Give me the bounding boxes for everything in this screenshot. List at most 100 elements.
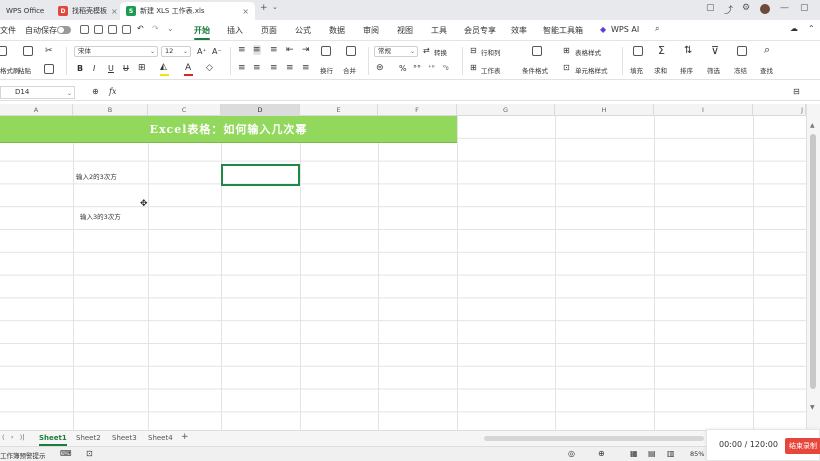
menu-insert[interactable]: 插入 (227, 25, 243, 36)
find-button[interactable]: 查找 (760, 65, 773, 75)
column-header-g[interactable]: G (457, 104, 555, 116)
decrease-decimal-icon[interactable]: ⁰₀ (443, 64, 449, 72)
align-top-icon[interactable]: ≡ (238, 45, 246, 55)
wrap-text-icon[interactable] (321, 46, 331, 56)
scroll-down-icon[interactable]: ▼ (810, 404, 815, 411)
strikethrough-icon[interactable]: U (123, 64, 129, 73)
filter-icon[interactable]: ⊽ (711, 44, 719, 57)
copy-icon[interactable] (44, 64, 54, 74)
menu-efficiency[interactable]: 效率 (511, 25, 527, 36)
search-icon[interactable]: ⌕ (655, 24, 659, 34)
autosave-toggle[interactable] (57, 26, 71, 34)
formula-input[interactable] (128, 88, 788, 98)
settings-icon[interactable]: ⚙ (742, 3, 750, 13)
page-break-icon[interactable]: ▥ (667, 449, 675, 458)
macro-icon[interactable]: ⊡ (86, 449, 93, 458)
normal-view-icon[interactable]: ▦ (630, 449, 638, 458)
column-header-a[interactable]: A (0, 104, 73, 116)
chevron-down-icon[interactable]: ⌄ (272, 3, 278, 11)
format-painter-button[interactable]: 格式刷 (0, 65, 20, 75)
conditional-format-icon[interactable] (532, 46, 542, 56)
menu-view[interactable]: 视图 (397, 25, 413, 36)
table-style-button[interactable]: 表格样式 (575, 47, 601, 57)
sort-button[interactable]: 排序 (680, 65, 693, 75)
print-icon[interactable] (108, 25, 117, 34)
font-name-select[interactable]: 宋体 ⌄ (74, 46, 158, 57)
sheet-tab-4[interactable]: Sheet4 (148, 434, 173, 442)
wrap-text-button[interactable]: 换行 (320, 65, 333, 75)
scrollbar-thumb[interactable] (810, 134, 816, 389)
spreadsheet-grid[interactable]: Excel表格：如何输入几次幂 输入2的3次方 输入3的3次方 ✥ (0, 116, 806, 430)
add-sheet-icon[interactable]: + (181, 432, 189, 442)
sort-icon[interactable]: ⇅ (684, 45, 692, 56)
chevron-up-icon[interactable]: ⌃ (808, 24, 815, 33)
cell-b5[interactable]: 输入3的3次方 (80, 211, 121, 221)
sheet-tab-3[interactable]: Sheet3 (112, 434, 137, 442)
selected-cell-d3[interactable] (221, 164, 300, 186)
menu-review[interactable]: 审阅 (363, 25, 379, 36)
column-header-f[interactable]: F (378, 104, 457, 116)
italic-icon[interactable]: I (93, 64, 95, 73)
menu-wps-ai[interactable]: WPS AI (611, 25, 639, 34)
increase-decimal-icon[interactable]: ⁺⁰ (428, 64, 435, 72)
undo-icon[interactable]: ↶ (137, 24, 144, 33)
menu-tools[interactable]: 工具 (431, 25, 447, 36)
align-left-icon[interactable]: ≡ (238, 63, 246, 73)
freeze-button[interactable]: 冻结 (734, 65, 747, 75)
clear-icon[interactable]: ◇ (206, 63, 213, 73)
indent-decrease-icon[interactable]: ⇤ (286, 45, 294, 55)
sheet-tab-2[interactable]: Sheet2 (76, 434, 101, 442)
filter-button[interactable]: 筛选 (707, 65, 720, 75)
tab-workbook[interactable]: S 新建 XLS 工作表.xls × (120, 2, 255, 20)
cell-style-button[interactable]: 单元格样式 (575, 65, 608, 75)
fill-icon[interactable] (633, 46, 643, 56)
cell-b3[interactable]: 输入2的3次方 (76, 171, 117, 181)
thousands-icon[interactable]: °° (413, 64, 421, 73)
window-icon[interactable]: ▢ (706, 3, 715, 13)
bold-icon[interactable]: B (77, 64, 83, 73)
menu-data[interactable]: 数据 (329, 25, 345, 36)
align-right-icon[interactable]: ≡ (270, 63, 278, 73)
border-icon[interactable]: ⊞ (138, 63, 146, 73)
prev-sheet-icon[interactable]: › (11, 434, 13, 441)
cut-icon[interactable]: ✂ (45, 46, 53, 56)
first-sheet-icon[interactable]: ⟨ (2, 434, 4, 441)
menu-page[interactable]: 页面 (261, 25, 277, 36)
zoom-icon[interactable]: ⊕ (92, 87, 99, 96)
eye-protect-icon[interactable]: ◎ (568, 449, 575, 458)
vertical-scrollbar[interactable]: ▲ ▼ (806, 104, 820, 430)
percent-icon[interactable]: % (399, 64, 407, 73)
fill-button[interactable]: 填充 (630, 65, 643, 75)
font-size-select[interactable]: 12 ⌄ (161, 46, 191, 57)
minimize-icon[interactable]: — (780, 3, 789, 13)
convert-button[interactable]: 转换 (434, 47, 447, 57)
indent-increase-icon[interactable]: ⇥ (302, 45, 310, 55)
scroll-up-icon[interactable]: ▲ (810, 122, 815, 129)
chevron-down-icon[interactable]: ⌄ (167, 24, 174, 33)
workbook-warning[interactable]: 工作簿预警提示 (0, 450, 46, 460)
paste-icon[interactable] (23, 46, 33, 56)
merge-icon[interactable] (346, 46, 356, 56)
layout-icon[interactable]: ⊕ (598, 449, 605, 458)
distributed-icon[interactable]: ≡ (302, 63, 310, 73)
expand-icon[interactable]: ⊟ (793, 87, 800, 96)
merge-button[interactable]: 合并 (343, 65, 356, 75)
column-header-i[interactable]: I (654, 104, 753, 116)
column-header-b[interactable]: B (73, 104, 148, 116)
function-icon[interactable]: fx (109, 87, 116, 96)
align-middle-icon[interactable]: ≡ (253, 45, 261, 55)
share-icon[interactable]: ⤴ (724, 3, 733, 16)
paste-button[interactable]: 粘贴 (18, 65, 31, 75)
close-icon[interactable]: × (242, 7, 249, 16)
currency-icon[interactable]: ⊜ (376, 63, 384, 73)
sum-button[interactable]: 求和 (654, 65, 667, 75)
decrease-font-icon[interactable]: A⁻ (212, 47, 222, 56)
column-header-d[interactable]: D (221, 104, 300, 116)
last-sheet-icon[interactable]: ⟩| (20, 434, 24, 441)
merged-title-cell[interactable]: Excel表格：如何输入几次幂 (0, 116, 457, 143)
tab-wps-office[interactable]: WPS Office (0, 2, 50, 20)
conditional-format-button[interactable]: 条件格式 (522, 65, 548, 75)
menu-member[interactable]: 会员专享 (464, 25, 496, 36)
fill-color-icon[interactable]: ◭ (160, 62, 167, 72)
close-icon[interactable]: × (111, 7, 118, 16)
